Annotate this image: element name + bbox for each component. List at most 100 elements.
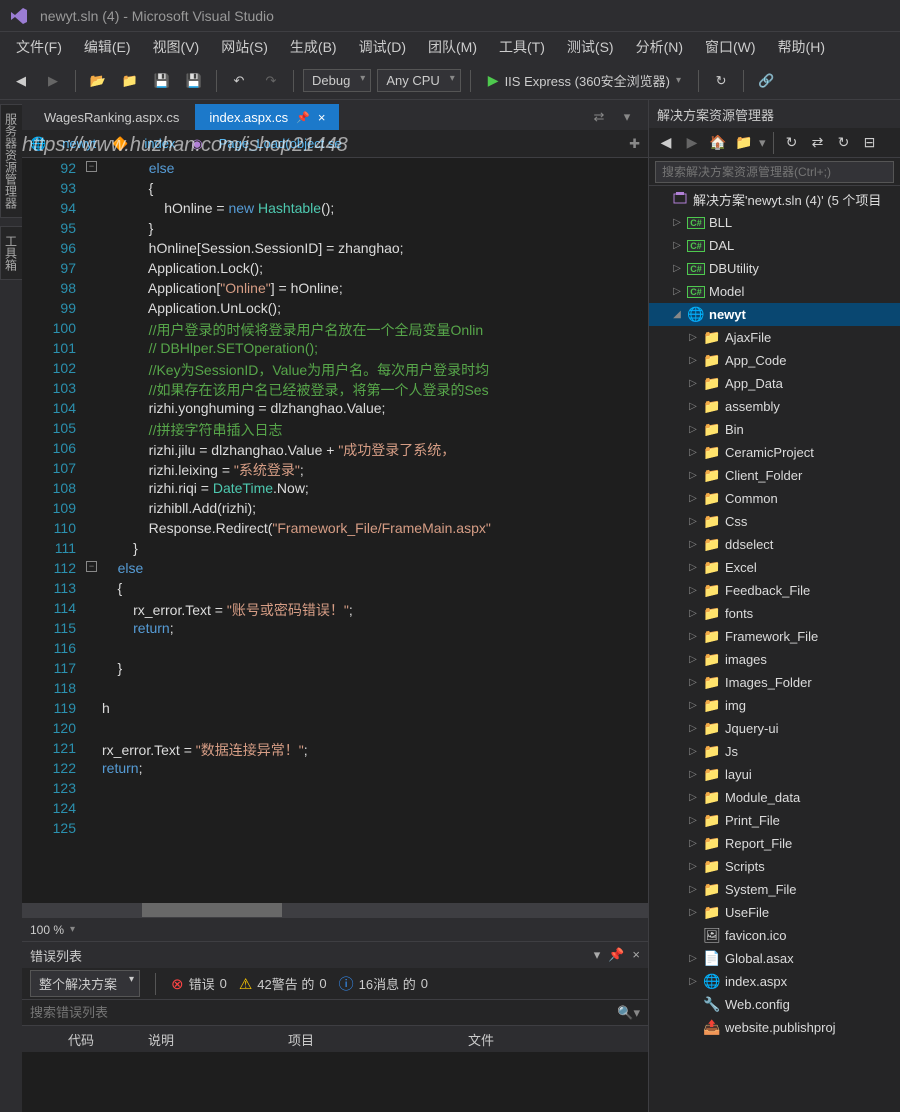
- browser-link-icon[interactable]: 🔗: [753, 68, 779, 94]
- tree-node-Feedback_File[interactable]: ▷📁Feedback_File: [649, 579, 900, 602]
- tree-node-BLL[interactable]: ▷C#BLL: [649, 211, 900, 234]
- tree-node-Scripts[interactable]: ▷📁Scripts: [649, 855, 900, 878]
- save-icon[interactable]: 💾: [149, 68, 175, 94]
- new-project-icon[interactable]: 📂: [85, 68, 111, 94]
- expander-icon[interactable]: ▷: [687, 378, 699, 389]
- solution-search-input[interactable]: [655, 161, 894, 183]
- tree-node-newytsln45[interactable]: 解决方案'newyt.sln (4)' (5 个项目: [649, 188, 900, 211]
- tab-index-active[interactable]: index.aspx.cs 📌 ×: [195, 104, 339, 130]
- collapse-all-icon[interactable]: ⊟: [859, 132, 881, 154]
- tree-node-layui[interactable]: ▷📁layui: [649, 763, 900, 786]
- nav-back-icon[interactable]: ◀: [8, 68, 34, 94]
- expander-icon[interactable]: ▷: [671, 217, 683, 228]
- expander-icon[interactable]: ▷: [687, 539, 699, 550]
- tree-node-DBUtility[interactable]: ▷C#DBUtility: [649, 257, 900, 280]
- sync-doc-icon[interactable]: ⇄: [807, 132, 829, 154]
- tree-node-ddselect[interactable]: ▷📁ddselect: [649, 533, 900, 556]
- expander-icon[interactable]: ▷: [671, 286, 683, 297]
- tree-node-App_Code[interactable]: ▷📁App_Code: [649, 349, 900, 372]
- expander-icon[interactable]: ▷: [671, 263, 683, 274]
- class-dropdown[interactable]: index: [136, 134, 183, 153]
- expander-icon[interactable]: ▷: [687, 815, 699, 826]
- tree-node-Jqueryui[interactable]: ▷📁Jquery-ui: [649, 717, 900, 740]
- refresh-icon[interactable]: ↻: [833, 132, 855, 154]
- back-icon[interactable]: ◀: [655, 132, 677, 154]
- pin-icon[interactable]: 📌: [296, 111, 310, 124]
- tab-wagesranking[interactable]: WagesRanking.aspx.cs: [30, 104, 193, 130]
- expander-icon[interactable]: ▷: [687, 516, 699, 527]
- col-header[interactable]: 说明: [140, 1030, 280, 1049]
- undo-icon[interactable]: ↶: [226, 68, 252, 94]
- tab-dropdown-icon[interactable]: ▾: [614, 104, 640, 130]
- expander-icon[interactable]: ▷: [687, 447, 699, 458]
- refresh-icon[interactable]: ↻: [708, 68, 734, 94]
- col-header[interactable]: 项目: [280, 1030, 460, 1049]
- panel-dropdown-icon[interactable]: ▾: [594, 947, 601, 963]
- sync-icon[interactable]: 📁: [733, 132, 755, 154]
- tree-node-DAL[interactable]: ▷C#DAL: [649, 234, 900, 257]
- tree-node-Framework_File[interactable]: ▷📁Framework_File: [649, 625, 900, 648]
- expander-icon[interactable]: ▷: [687, 631, 699, 642]
- tree-node-CeramicProject[interactable]: ▷📁CeramicProject: [649, 441, 900, 464]
- menu-M[interactable]: 团队(M): [418, 33, 487, 61]
- open-file-icon[interactable]: 📁: [117, 68, 143, 94]
- save-all-icon[interactable]: 💾: [181, 68, 207, 94]
- panel-pin-icon[interactable]: 📌: [608, 947, 624, 963]
- expander-icon[interactable]: ▷: [687, 470, 699, 481]
- expander-icon[interactable]: ▷: [687, 700, 699, 711]
- menu-F[interactable]: 文件(F): [6, 33, 72, 61]
- nav-fwd-icon[interactable]: ▶: [40, 68, 66, 94]
- expander-icon[interactable]: ▷: [687, 493, 699, 504]
- tab-overflow-icon[interactable]: ⇄: [586, 104, 612, 130]
- tree-node-Model[interactable]: ▷C#Model: [649, 280, 900, 303]
- horizontal-scrollbar[interactable]: [22, 903, 648, 917]
- rail-tab[interactable]: 服务器资源管理器: [0, 104, 23, 218]
- tree-node-img[interactable]: ▷📁img: [649, 694, 900, 717]
- tree-node-Client_Folder[interactable]: ▷📁Client_Folder: [649, 464, 900, 487]
- menu-S[interactable]: 网站(S): [211, 33, 278, 61]
- pending-changes-icon[interactable]: ↻: [781, 132, 803, 154]
- tree-node-Module_data[interactable]: ▷📁Module_data: [649, 786, 900, 809]
- tree-node-Excel[interactable]: ▷📁Excel: [649, 556, 900, 579]
- fwd-icon[interactable]: ▶: [681, 132, 703, 154]
- menu-V[interactable]: 视图(V): [143, 33, 210, 61]
- expander-icon[interactable]: ▷: [687, 355, 699, 366]
- tree-node-websitepublishproj[interactable]: 📤website.publishproj: [649, 1016, 900, 1039]
- tree-node-assembly[interactable]: ▷📁assembly: [649, 395, 900, 418]
- rail-tab[interactable]: 工具箱: [0, 226, 23, 280]
- expander-icon[interactable]: ▷: [687, 562, 699, 573]
- expander-icon[interactable]: ▷: [687, 953, 699, 964]
- expander-icon[interactable]: ▷: [687, 585, 699, 596]
- tree-node-AjaxFile[interactable]: ▷📁AjaxFile: [649, 326, 900, 349]
- solution-tree[interactable]: 解决方案'newyt.sln (4)' (5 个项目▷C#BLL▷C#DAL▷C…: [649, 186, 900, 1112]
- tree-node-System_File[interactable]: ▷📁System_File: [649, 878, 900, 901]
- expander-icon[interactable]: ▷: [687, 608, 699, 619]
- expander-icon[interactable]: ▷: [687, 677, 699, 688]
- expander-icon[interactable]: ▷: [687, 838, 699, 849]
- fold-minus-icon[interactable]: −: [86, 561, 97, 572]
- errors-filter[interactable]: ⊗ 错误 0: [171, 974, 227, 993]
- search-icon[interactable]: 🔍▾: [617, 1005, 640, 1021]
- home-icon[interactable]: 🏠: [707, 132, 729, 154]
- menu-B[interactable]: 生成(B): [280, 33, 347, 61]
- expander-icon[interactable]: ▷: [687, 424, 699, 435]
- expander-icon[interactable]: ▷: [687, 401, 699, 412]
- expander-icon[interactable]: ▷: [687, 746, 699, 757]
- tree-node-UseFile[interactable]: ▷📁UseFile: [649, 901, 900, 924]
- tree-node-newyt[interactable]: ◢🌐newyt: [649, 303, 900, 326]
- run-button[interactable]: ▶ IIS Express (360安全浏览器) ▾: [480, 68, 689, 93]
- tree-node-Globalasax[interactable]: ▷📄Global.asax: [649, 947, 900, 970]
- menu-E[interactable]: 编辑(E): [74, 33, 141, 61]
- tree-node-Bin[interactable]: ▷📁Bin: [649, 418, 900, 441]
- col-header[interactable]: 代码: [60, 1030, 140, 1049]
- expander-icon[interactable]: ▷: [687, 792, 699, 803]
- tree-node-fonts[interactable]: ▷📁fonts: [649, 602, 900, 625]
- code-editor[interactable]: 9293949596979899100101102103104105106107…: [22, 158, 648, 903]
- close-icon[interactable]: ×: [318, 110, 326, 125]
- expander-icon[interactable]: ▷: [687, 769, 699, 780]
- expander-icon[interactable]: ▷: [687, 723, 699, 734]
- config-dropdown[interactable]: Debug: [303, 69, 371, 92]
- tree-node-Images_Folder[interactable]: ▷📁Images_Folder: [649, 671, 900, 694]
- panel-close-icon[interactable]: ×: [632, 947, 640, 963]
- expander-icon[interactable]: ▷: [687, 907, 699, 918]
